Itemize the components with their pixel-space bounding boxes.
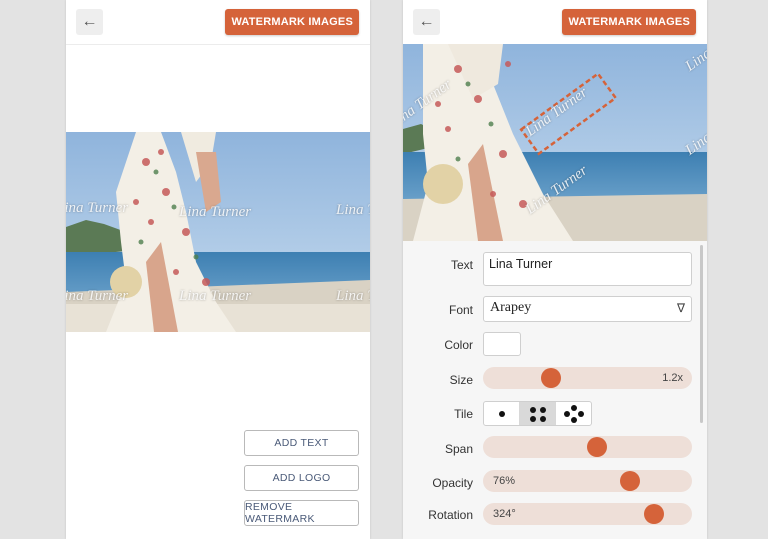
four-dots-icon [530, 407, 536, 413]
tile-five-option[interactable] [556, 402, 591, 425]
five-dots-icon [571, 405, 577, 411]
text-label: Text [450, 258, 473, 272]
font-select[interactable]: Arapey ∇ [483, 296, 692, 322]
watermark-text: Lina Turner [336, 288, 370, 304]
top-bar: ← WATERMARK IMAGES [403, 0, 707, 45]
photo-preview: Lina Turner Lina Turner Lina Turner Lina… [66, 132, 370, 332]
slider-knob[interactable] [586, 437, 607, 457]
arrow-left-icon: ← [418, 13, 435, 30]
remove-watermark-button[interactable]: REMOVE WATERMARK [244, 500, 359, 526]
watermark-text: Lina Turner [66, 288, 129, 304]
color-picker[interactable] [483, 332, 521, 356]
opacity-slider[interactable]: 76% [483, 470, 692, 492]
watermark-settings-panel: Text Lina Turner Font Arapey ∇ Color Siz… [403, 241, 707, 539]
watermark-images-button[interactable]: WATERMARK IMAGES [225, 9, 359, 35]
slider-knob[interactable] [540, 368, 561, 388]
watermark-images-button[interactable]: WATERMARK IMAGES [562, 9, 696, 35]
size-value: 1.2x [662, 372, 683, 384]
arrow-left-icon: ← [81, 13, 98, 30]
size-label: Size [449, 373, 473, 387]
slider-knob[interactable] [644, 504, 665, 524]
watermark-text: Lina Turner [179, 204, 252, 220]
opacity-label: Opacity [432, 476, 473, 490]
slider-knob[interactable] [620, 471, 641, 491]
add-text-button[interactable]: ADD TEXT [244, 430, 359, 456]
span-slider[interactable] [483, 436, 692, 458]
watermark-text: Lina Turner [336, 202, 370, 218]
tile-single-option[interactable] [484, 402, 520, 425]
rotation-label: Rotation [428, 508, 473, 522]
back-button[interactable]: ← [76, 9, 103, 35]
photo-preview: Lina Turner Lina Turner Lina Turner Lina… [403, 44, 707, 241]
dropdown-triangle-icon: ∇ [676, 301, 685, 315]
panel-scrollbar[interactable] [700, 245, 703, 423]
back-button[interactable]: ← [413, 9, 440, 35]
tile-mode-selector[interactable] [483, 401, 592, 426]
font-label: Font [448, 303, 473, 317]
editor-screen-preview: ← WATERMARK IMAGES na Turner Lina Turner… [66, 0, 370, 539]
tile-label: Tile [454, 407, 473, 421]
watermark-text: Lina Turner [179, 288, 252, 304]
beach-photo [403, 44, 707, 241]
watermark-text-input[interactable]: Lina Turner [483, 252, 692, 286]
span-label: Span [444, 442, 473, 456]
opacity-value: 76% [493, 475, 516, 487]
top-bar: ← WATERMARK IMAGES [66, 0, 370, 45]
color-label: Color [444, 338, 473, 352]
rotation-slider[interactable]: 324° [483, 503, 692, 525]
watermark-text: Lina Turner [66, 200, 129, 216]
editor-screen-settings: ← WATERMARK IMAGES Lina Turner Lina Turn… [403, 0, 707, 539]
single-dot-icon [499, 411, 505, 417]
size-slider[interactable]: 1.2x [483, 367, 692, 389]
tile-four-option[interactable] [520, 402, 556, 425]
font-select-value: Arapey [490, 300, 532, 315]
color-swatch-fill [487, 336, 517, 352]
rotation-value: 324° [493, 508, 516, 520]
add-logo-button[interactable]: ADD LOGO [244, 465, 359, 491]
